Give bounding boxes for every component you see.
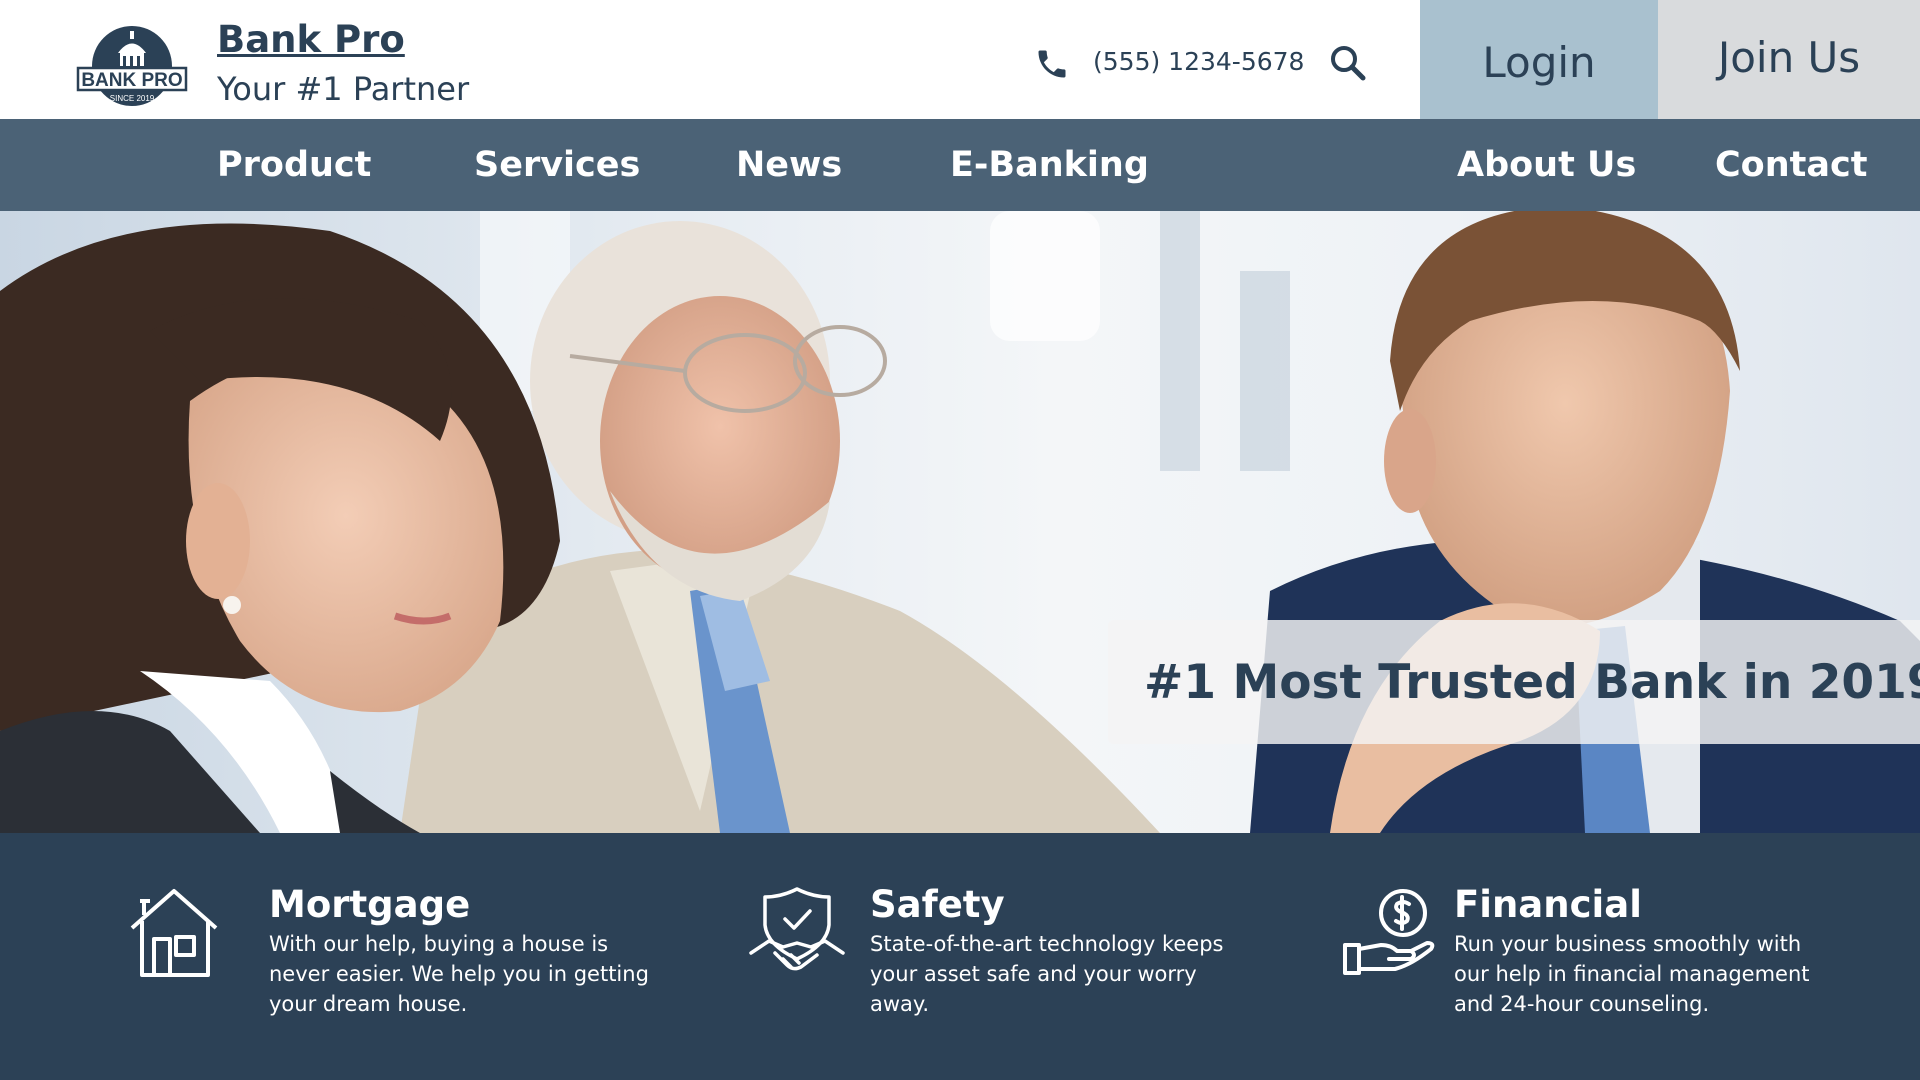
nav-item-services[interactable]: Services <box>474 119 640 211</box>
feature-title-financial: Financial <box>1454 883 1642 926</box>
nav-item-contact[interactable]: Contact <box>1715 119 1867 211</box>
nav-item-e-banking[interactable]: E-Banking <box>950 119 1149 211</box>
join-us-button[interactable]: Join Us <box>1658 0 1920 119</box>
feature-desc-mortgage: With our help, buying a house is never e… <box>269 932 649 1016</box>
nav-item-about-us[interactable]: About Us <box>1457 119 1636 211</box>
logo-text: BANK PRO <box>81 70 182 91</box>
bank-logo[interactable]: BANK PRO SINCE 2019 <box>76 22 188 106</box>
hero-headline: #1 Most Trusted Bank in 2019 <box>1144 654 1920 710</box>
feature-desc-financial: Run your business smoothly with our help… <box>1454 932 1810 1016</box>
dollar-hand-icon <box>1343 889 1435 975</box>
hero-section: #1 Most Trusted Bank in 2019 <box>0 211 1920 833</box>
search-icon[interactable] <box>1328 43 1368 83</box>
feature-title-safety: Safety <box>870 883 1005 926</box>
house-icon <box>130 889 218 977</box>
logo-since: SINCE 2019 <box>110 94 155 103</box>
nav-item-news[interactable]: News <box>736 119 842 211</box>
features-section: Mortgage With our help, buying a house i… <box>0 833 1920 1080</box>
brand-name-link[interactable]: Bank Pro <box>217 18 405 61</box>
brand-tagline: Your #1 Partner <box>217 70 470 108</box>
main-nav: Product Services News E-Banking About Us… <box>0 119 1920 211</box>
phone-number[interactable]: (555) 1234-5678 <box>1093 47 1304 76</box>
shield-handshake-icon <box>749 887 845 971</box>
login-button[interactable]: Login <box>1420 0 1658 119</box>
nav-item-product[interactable]: Product <box>217 119 371 211</box>
phone-icon <box>1038 50 1066 78</box>
feature-title-mortgage: Mortgage <box>269 883 471 926</box>
feature-desc-safety: State-of-the-art technology keeps your a… <box>870 932 1224 1016</box>
hero-banner: #1 Most Trusted Bank in 2019 <box>1108 620 1920 744</box>
site-header: BANK PRO SINCE 2019 Bank Pro Your #1 Par… <box>0 0 1920 119</box>
